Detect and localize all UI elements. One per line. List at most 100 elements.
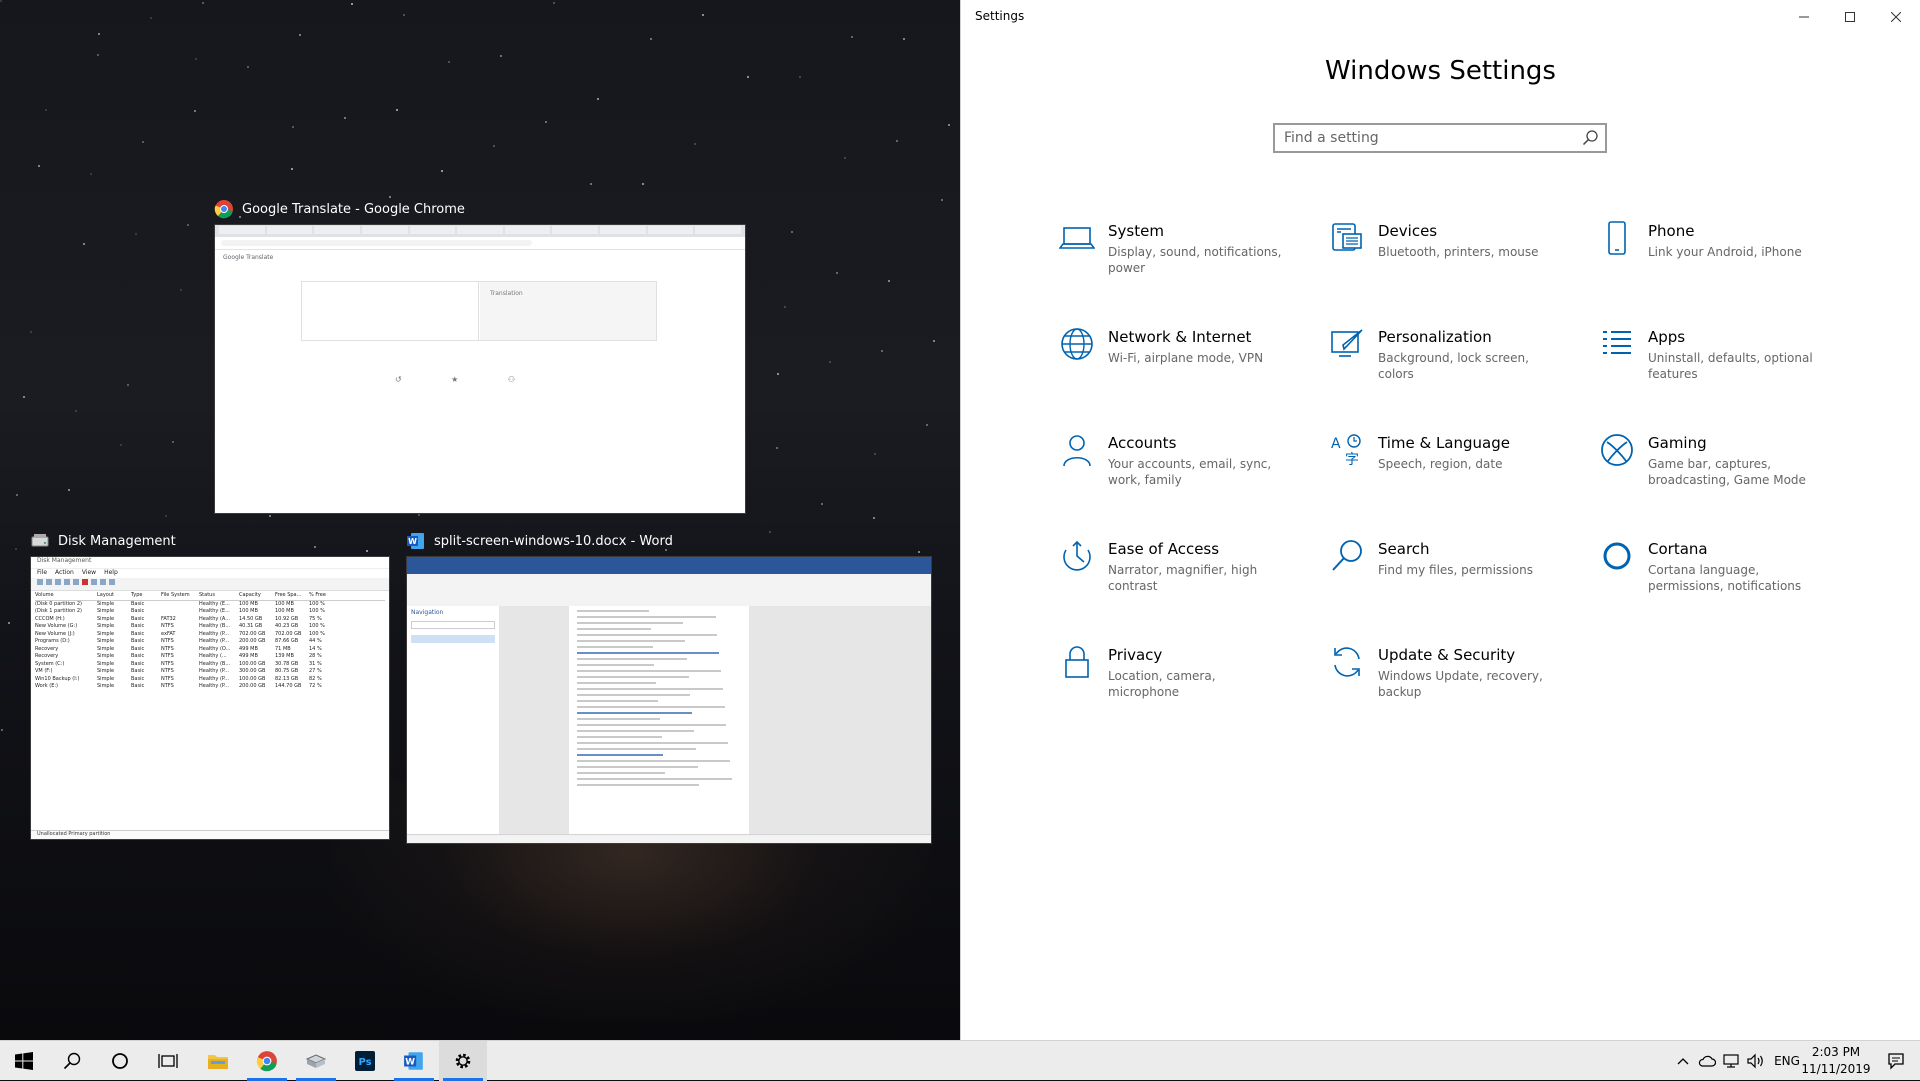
tile-title: Devices	[1378, 222, 1438, 240]
table-cell: 100 %	[309, 630, 325, 637]
settings-search[interactable]	[1273, 123, 1607, 153]
table-row[interactable]: Win10 Backup (I:) Simple Basic NTFS Healthy …	[35, 676, 385, 684]
table-cell: Basic	[131, 683, 145, 689]
table-cell: 82.13 GB	[275, 675, 299, 682]
settings-tile-system[interactable]: System Display, sound, notifications, pow…	[1059, 218, 1299, 308]
table-cell: Type	[131, 592, 143, 598]
table-cell: Healthy (P...	[199, 630, 229, 637]
table-row[interactable]: (Disk 1 partition 2) Simple Basic Healthy (…	[35, 608, 385, 616]
taskbar-settings[interactable]	[439, 1041, 487, 1081]
lock-icon	[1065, 646, 1089, 678]
input-language[interactable]: ENG	[1770, 1041, 1804, 1081]
table-row[interactable]: CCCOM (H:) Simple Basic FAT32 Healthy (A... 1…	[35, 616, 385, 624]
taskbar-clock[interactable]: 2:03 PM 11/11/2019	[1800, 1044, 1872, 1078]
table-row[interactable]: Work (E:) Simple Basic NTFS Healthy (P... 200…	[35, 683, 385, 691]
close-button[interactable]	[1873, 0, 1919, 34]
gt-translation-label: Translation	[480, 282, 656, 340]
volume-tray[interactable]	[1744, 1041, 1768, 1081]
settings-tile-time-language[interactable]: A 字 Time & Language Speech, region, date	[1329, 430, 1569, 520]
settings-tile-ease-of-access[interactable]: Ease of Access Narrator, magnifier, high …	[1059, 536, 1299, 626]
menu-help: Help	[104, 569, 118, 576]
doc-text-line	[577, 688, 723, 690]
network-tray[interactable]	[1720, 1041, 1742, 1081]
show-hidden-icons-button[interactable]	[1672, 1041, 1694, 1081]
taskbar-file-explorer[interactable]	[194, 1041, 242, 1081]
table-cell: Simple	[97, 653, 115, 659]
onedrive-tray[interactable]	[1696, 1041, 1718, 1081]
taskbar-chrome[interactable]	[243, 1041, 291, 1081]
doc-text-line	[577, 616, 716, 618]
settings-tile-search[interactable]: Search Find my files, permissions	[1329, 536, 1569, 626]
search-icon[interactable]	[1581, 129, 1599, 147]
table-row[interactable]: System (C:) Simple Basic NTFS Healthy (B... 1…	[35, 661, 385, 669]
snap-thumb-word[interactable]: W split-screen-windows-10.docx - Word Na…	[406, 528, 932, 844]
task-view-button[interactable]	[144, 1041, 192, 1081]
settings-tile-apps[interactable]: Apps Uninstall, defaults, optional featur…	[1599, 324, 1839, 414]
xbox-icon	[1601, 434, 1633, 466]
taskbar-photoshop[interactable]: Ps	[341, 1041, 389, 1081]
doc-text-line	[577, 730, 694, 732]
table-row[interactable]: Recovery Simple Basic NTFS Healthy (O... 499 …	[35, 646, 385, 654]
table-cell: 100 MB	[239, 608, 258, 614]
settings-tile-devices[interactable]: Devices Bluetooth, printers, mouse	[1329, 218, 1569, 308]
settings-tile-update-security[interactable]: Update & Security Windows Update, recover…	[1329, 642, 1569, 732]
table-cell: System (C:)	[35, 660, 65, 667]
snap-thumb-disk-management[interactable]: Disk Management Disk Management File Act…	[30, 528, 390, 840]
table-row[interactable]: New Volume (G:) Simple Basic NTFS Healthy (B…	[35, 623, 385, 631]
table-cell: Volume	[35, 592, 54, 598]
table-cell: 27 %	[309, 668, 322, 674]
taskbar-disk-management[interactable]	[292, 1041, 340, 1081]
table-cell: Healthy (E...	[199, 608, 230, 614]
tile-description: Your accounts, email, sync, work, family	[1108, 457, 1272, 487]
table-cell: 40.23 GB	[275, 623, 299, 629]
settings-tile-cortana[interactable]: Cortana Cortana language, permissions, no…	[1599, 536, 1839, 626]
settings-tile-personalization[interactable]: Personalization Background, lock screen, …	[1329, 324, 1569, 414]
table-row[interactable]: (Disk 0 partition 2) Simple Basic Healthy (…	[35, 601, 385, 609]
settings-tile-privacy[interactable]: Privacy Location, camera, microphone	[1059, 642, 1299, 732]
chrome-tab-strip	[215, 225, 745, 237]
tile-description: Display, sound, notifications, power	[1108, 245, 1282, 275]
gt-translate-box: Translation	[301, 281, 657, 341]
table-cell: Win10 Backup (I:)	[35, 675, 80, 682]
table-cell: New Volume (J:)	[35, 630, 75, 637]
community-icon: ⚇	[507, 375, 515, 384]
table-row[interactable]: VM (F:) Simple Basic NTFS Healthy (P... 300.0…	[35, 668, 385, 676]
doc-text-line	[577, 658, 687, 660]
snap-thumb-chrome[interactable]: Google Translate - Google Chrome Google …	[214, 196, 746, 514]
disk-legend: Unallocated Primary partition	[31, 830, 389, 839]
table-cell: 80.75 GB	[275, 668, 299, 674]
table-row[interactable]: Recovery Simple Basic NTFS Healthy (... 499 M…	[35, 653, 385, 661]
table-cell: Capacity	[239, 592, 261, 598]
settings-tile-accounts[interactable]: Accounts Your accounts, email, sync, work…	[1059, 430, 1299, 520]
table-cell: Basic	[131, 615, 145, 622]
table-cell: Work (E:)	[35, 683, 58, 689]
table-cell: Basic	[131, 638, 145, 644]
taskbar-word[interactable]: W	[390, 1041, 438, 1081]
action-center-button[interactable]	[1876, 1041, 1916, 1081]
table-cell: 31 %	[309, 660, 322, 667]
doc-text-line	[577, 700, 658, 702]
laptop-icon	[1059, 227, 1095, 249]
table-cell: Healthy (B...	[199, 660, 231, 667]
settings-tile-phone[interactable]: Phone Link your Android, iPhone	[1599, 218, 1839, 308]
settings-tile-gaming[interactable]: Gaming Game bar, captures, broadcasting, …	[1599, 430, 1839, 520]
apps-list-icon	[1603, 331, 1631, 354]
settings-tile-network-internet[interactable]: Network & Internet Wi-Fi, airplane mode, …	[1059, 324, 1299, 414]
minimize-button[interactable]	[1781, 0, 1827, 34]
table-row[interactable]: Programs (D:) Simple Basic NTFS Healthy (P..…	[35, 638, 385, 646]
start-button[interactable]	[0, 1041, 48, 1081]
table-cell	[161, 601, 199, 609]
search-input[interactable]	[1275, 125, 1574, 151]
table-row[interactable]: New Volume (J:) Simple Basic exFAT Healthy (…	[35, 631, 385, 639]
word-status-bar	[407, 834, 931, 843]
table-cell: Healthy (E...	[199, 600, 230, 607]
maximize-button[interactable]	[1827, 0, 1873, 34]
doc-text-line	[577, 712, 693, 714]
search-button[interactable]	[48, 1041, 96, 1081]
cortana-button[interactable]	[96, 1041, 144, 1081]
thumb-caption: Disk Management	[30, 528, 176, 554]
tile-title: System	[1108, 222, 1164, 240]
table-cell	[161, 608, 199, 616]
tile-title: Gaming	[1648, 434, 1707, 452]
word-icon: W	[407, 533, 424, 549]
